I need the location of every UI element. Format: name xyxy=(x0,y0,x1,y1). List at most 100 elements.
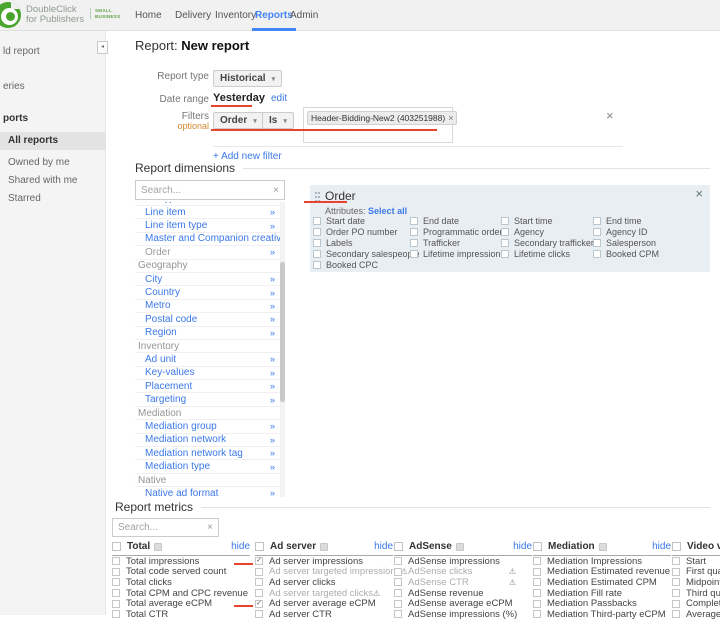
checkbox-checked[interactable]: ✓ xyxy=(255,557,263,565)
dimension-item-postal-code[interactable]: Postal code» xyxy=(135,313,285,326)
filter-chip[interactable]: Header-Bidding-New2 (403251988) × xyxy=(307,111,457,125)
sidebar-item-eries[interactable]: eries xyxy=(3,81,25,92)
checkbox[interactable] xyxy=(112,557,120,565)
checkbox[interactable] xyxy=(394,568,402,576)
clear-search-icon[interactable]: × xyxy=(268,185,284,196)
checkbox[interactable] xyxy=(255,610,263,618)
checkbox[interactable] xyxy=(410,228,418,236)
dimension-item-native-ad-format[interactable]: Native ad format» xyxy=(135,487,285,497)
checkbox[interactable] xyxy=(112,589,120,597)
select-all-link[interactable]: Select all xyxy=(368,206,407,216)
checkbox[interactable] xyxy=(672,557,680,565)
report-type-dropdown[interactable]: Historical ▾ xyxy=(213,70,282,87)
checkbox[interactable] xyxy=(313,250,321,258)
dimension-item-line-item[interactable]: Line item» xyxy=(135,206,285,219)
dimension-item-key-values[interactable]: Key-values» xyxy=(135,367,285,380)
checkbox[interactable] xyxy=(394,542,403,551)
checkbox-checked[interactable]: ✓ xyxy=(255,600,263,608)
checkbox[interactable] xyxy=(533,589,541,597)
checkbox[interactable] xyxy=(410,217,418,225)
edit-date-range-link[interactable]: edit xyxy=(271,93,287,104)
dimension-item-targeting[interactable]: Targeting» xyxy=(135,393,285,406)
checkbox[interactable] xyxy=(533,610,541,618)
checkbox[interactable] xyxy=(672,600,680,608)
checkbox[interactable] xyxy=(112,610,120,618)
checkbox[interactable] xyxy=(313,217,321,225)
checkbox[interactable] xyxy=(112,600,120,608)
dimension-item-mediation-network-tag[interactable]: Mediation network tag» xyxy=(135,447,285,460)
hide-column-link[interactable]: hide xyxy=(513,541,532,552)
drag-handle-icon[interactable] xyxy=(315,192,317,194)
checkbox[interactable] xyxy=(672,568,680,576)
checkbox[interactable] xyxy=(672,589,680,597)
collapse-sidebar-button[interactable]: ◂ xyxy=(97,41,108,54)
checkbox[interactable] xyxy=(593,250,601,258)
checkbox[interactable] xyxy=(394,600,402,608)
dimension-item-order[interactable]: Order» xyxy=(135,246,285,259)
checkbox[interactable] xyxy=(533,557,541,565)
checkbox[interactable] xyxy=(533,600,541,608)
dimension-item-city[interactable]: City» xyxy=(135,273,285,286)
checkbox[interactable] xyxy=(501,250,509,258)
doubleclick-logo[interactable]: DoubleClick for Publishers SMALL BUSINES… xyxy=(0,0,132,31)
close-icon[interactable]: × xyxy=(695,186,703,201)
checkbox[interactable] xyxy=(501,217,509,225)
dimension-item-mediation-group[interactable]: Mediation group» xyxy=(135,420,285,433)
hide-column-link[interactable]: hide xyxy=(652,541,671,552)
hide-column-link[interactable]: hide xyxy=(374,541,393,552)
checkbox[interactable] xyxy=(394,610,402,618)
checkbox[interactable] xyxy=(255,578,263,586)
dimension-item-metro[interactable]: Metro» xyxy=(135,300,285,313)
checkbox[interactable] xyxy=(533,542,542,551)
sidebar-item-starred[interactable]: Starred xyxy=(8,193,41,204)
checkbox[interactable] xyxy=(255,589,263,597)
checkbox[interactable] xyxy=(112,568,120,576)
metrics-search-input[interactable] xyxy=(113,522,202,533)
nav-delivery[interactable]: Delivery xyxy=(175,0,211,31)
dimension-item-country[interactable]: Country» xyxy=(135,286,285,299)
dimension-item-mediation-type[interactable]: Mediation type» xyxy=(135,460,285,473)
remove-chip-icon[interactable]: × xyxy=(448,113,453,123)
dimensions-scrollbar-thumb[interactable] xyxy=(280,262,285,402)
dimension-item-region[interactable]: Region» xyxy=(135,327,285,340)
checkbox[interactable] xyxy=(394,589,402,597)
checkbox[interactable] xyxy=(593,228,601,236)
checkbox[interactable] xyxy=(313,239,321,247)
checkbox[interactable] xyxy=(112,542,121,551)
checkbox[interactable] xyxy=(394,578,402,586)
nav-home[interactable]: Home xyxy=(135,0,162,31)
checkbox[interactable] xyxy=(410,239,418,247)
dimensions-search-input[interactable] xyxy=(136,185,268,196)
sidebar-item-shared-with-me[interactable]: Shared with me xyxy=(8,175,77,186)
filter-dimension-dropdown[interactable]: Order ▾ xyxy=(213,112,264,129)
checkbox[interactable] xyxy=(593,217,601,225)
clear-search-icon[interactable]: × xyxy=(202,522,218,533)
checkbox[interactable] xyxy=(533,568,541,576)
checkbox[interactable] xyxy=(313,261,321,269)
checkbox[interactable] xyxy=(394,557,402,565)
checkbox[interactable] xyxy=(672,542,681,551)
nav-reports[interactable]: Reports xyxy=(255,0,293,31)
checkbox[interactable] xyxy=(313,228,321,236)
dimension-item-mediation-network[interactable]: Mediation network» xyxy=(135,434,285,447)
sidebar-item-ld-report[interactable]: ld report xyxy=(3,46,40,57)
dimension-item-placement[interactable]: Placement» xyxy=(135,380,285,393)
dimensions-scrollbar[interactable] xyxy=(280,202,285,497)
sidebar-item-all-reports[interactable]: All reports xyxy=(0,132,106,150)
checkbox[interactable] xyxy=(593,239,601,247)
checkbox[interactable] xyxy=(112,578,120,586)
checkbox[interactable] xyxy=(672,578,680,586)
checkbox[interactable] xyxy=(255,542,264,551)
checkbox[interactable] xyxy=(501,239,509,247)
filter-operator-dropdown[interactable]: Is ▾ xyxy=(262,112,294,129)
dimension-item-ad-unit[interactable]: Ad unit» xyxy=(135,353,285,366)
checkbox[interactable] xyxy=(410,250,418,258)
nav-admin[interactable]: Admin xyxy=(290,0,318,31)
sidebar-item-owned-by-me[interactable]: Owned by me xyxy=(8,157,70,168)
dimension-item-master-and-companion-creative[interactable]: Master and Companion creative» xyxy=(135,233,285,246)
filter-value-box[interactable]: Header-Bidding-New2 (403251988) × xyxy=(303,107,453,143)
sidebar-item-ports[interactable]: ports xyxy=(3,113,28,124)
nav-inventory[interactable]: Inventory xyxy=(215,0,256,31)
checkbox[interactable] xyxy=(672,610,680,618)
checkbox[interactable] xyxy=(255,568,263,576)
